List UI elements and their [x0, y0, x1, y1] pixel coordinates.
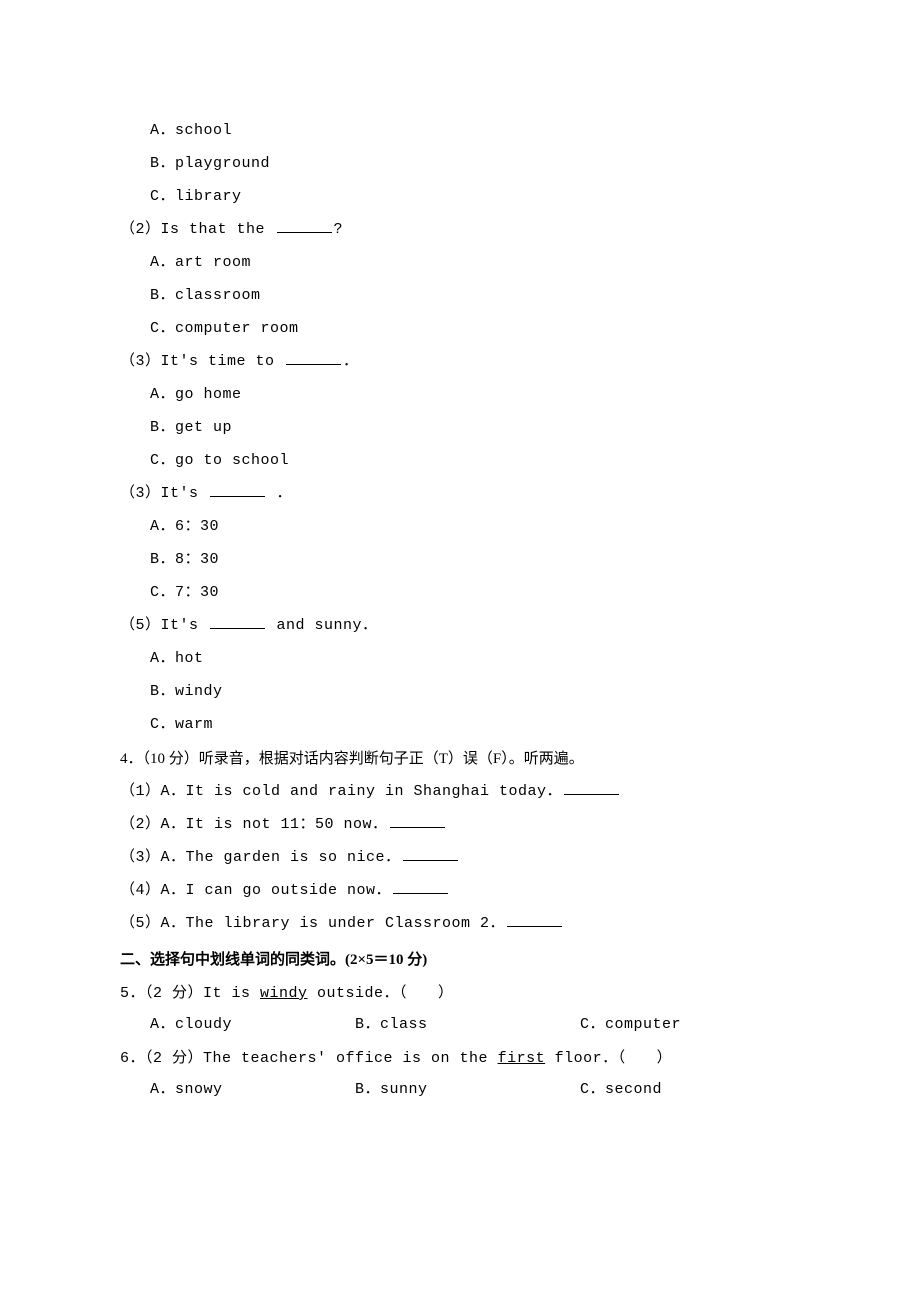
- blank: [210, 483, 265, 498]
- q3-4-prompt: （3）It's ．: [120, 482, 800, 506]
- q3-5-prompt-post: and sunny．: [267, 617, 378, 634]
- q6-header-a: 6．（2 分）The teachers' office is on the: [120, 1050, 498, 1067]
- q3-2-option-a: A．art room: [150, 251, 800, 275]
- q3-5-option-a: A．hot: [150, 647, 800, 671]
- q4-item-3: （3）A．The garden is so nice．: [120, 846, 800, 870]
- q4-item-3-text: （3）A．The garden is so nice．: [120, 849, 401, 866]
- q3-3-option-c: C．go to school: [150, 449, 800, 473]
- q6-option-b: B．sunny: [355, 1078, 580, 1102]
- q4-item-4-text: （4）A．I can go outside now．: [120, 882, 391, 899]
- q4-item-4: （4）A．I can go outside now．: [120, 879, 800, 903]
- q3-4-option-c: C．7：30: [150, 581, 800, 605]
- q3-4-prompt-pre: （3）It's: [120, 485, 208, 502]
- q3-1-option-b: B．playground: [150, 152, 800, 176]
- q5-header-b: outside．（ ）: [308, 985, 454, 1002]
- q3-2-prompt: （2）Is that the ?: [120, 218, 800, 242]
- q6-header: 6．（2 分）The teachers' office is on the fi…: [120, 1047, 800, 1071]
- q5-header: 5．（2 分）It is windy outside．（ ）: [120, 982, 800, 1006]
- q5-option-b: B．class: [355, 1013, 580, 1037]
- q3-4-option-b: B．8：30: [150, 548, 800, 572]
- q6-option-c: C．second: [580, 1078, 662, 1102]
- q3-3-prompt-pre: （3）It's time to: [120, 353, 284, 370]
- q3-5-option-c: C．warm: [150, 713, 800, 737]
- q3-3-option-b: B．get up: [150, 416, 800, 440]
- q5-options-row: A．cloudy B．class C．computer: [150, 1013, 800, 1037]
- page-container: A．school B．playground C．library （2）Is th…: [0, 0, 920, 1302]
- q4-item-2: （2）A．It is not 11：50 now．: [120, 813, 800, 837]
- q3-1-option-c: C．library: [150, 185, 800, 209]
- q5-header-a: 5．（2 分）It is: [120, 985, 260, 1002]
- q3-2-prompt-pre: （2）Is that the: [120, 221, 275, 238]
- q6-option-a: A．snowy: [150, 1078, 355, 1102]
- q4-item-5: （5）A．The library is under Classroom 2．: [120, 912, 800, 936]
- blank: [403, 847, 458, 862]
- q6-options-row: A．snowy B．sunny C．second: [150, 1078, 800, 1102]
- blank: [390, 814, 445, 829]
- q4-item-5-text: （5）A．The library is under Classroom 2．: [120, 915, 505, 932]
- section-2-heading: 二、选择句中划线单词的同类词。(2×5＝10 分): [120, 948, 800, 972]
- q4-item-1-text: （1）A．It is cold and rainy in Shanghai to…: [120, 783, 562, 800]
- q3-1-option-a: A．school: [150, 119, 800, 143]
- q3-4-option-a: A．6：30: [150, 515, 800, 539]
- blank: [277, 219, 332, 234]
- q3-5-prompt: （5）It's and sunny．: [120, 614, 800, 638]
- q4-item-1: （1）A．It is cold and rainy in Shanghai to…: [120, 780, 800, 804]
- q5-underlined: windy: [260, 985, 308, 1002]
- q6-underlined: first: [498, 1050, 546, 1067]
- q3-3-prompt: （3）It's time to ．: [120, 350, 800, 374]
- q4-item-2-text: （2）A．It is not 11：50 now．: [120, 816, 388, 833]
- q3-2-option-b: B．classroom: [150, 284, 800, 308]
- q3-2-option-c: C．computer room: [150, 317, 800, 341]
- q5-option-a: A．cloudy: [150, 1013, 355, 1037]
- q4-header: 4．（10 分）听录音，根据对话内容判断句子正（T）误（F）。听两遍。: [120, 747, 800, 771]
- q3-5-option-b: B．windy: [150, 680, 800, 704]
- blank: [564, 781, 619, 796]
- q3-3-option-a: A．go home: [150, 383, 800, 407]
- q3-5-prompt-pre: （5）It's: [120, 617, 208, 634]
- q5-option-c: C．computer: [580, 1013, 681, 1037]
- blank: [507, 913, 562, 928]
- q3-2-prompt-post: ?: [334, 221, 344, 238]
- blank: [210, 615, 265, 630]
- q3-4-prompt-post: ．: [267, 485, 292, 502]
- q3-3-prompt-post: ．: [343, 353, 359, 370]
- q6-header-b: floor．（ ）: [545, 1050, 672, 1067]
- blank: [286, 351, 341, 366]
- blank: [393, 880, 448, 895]
